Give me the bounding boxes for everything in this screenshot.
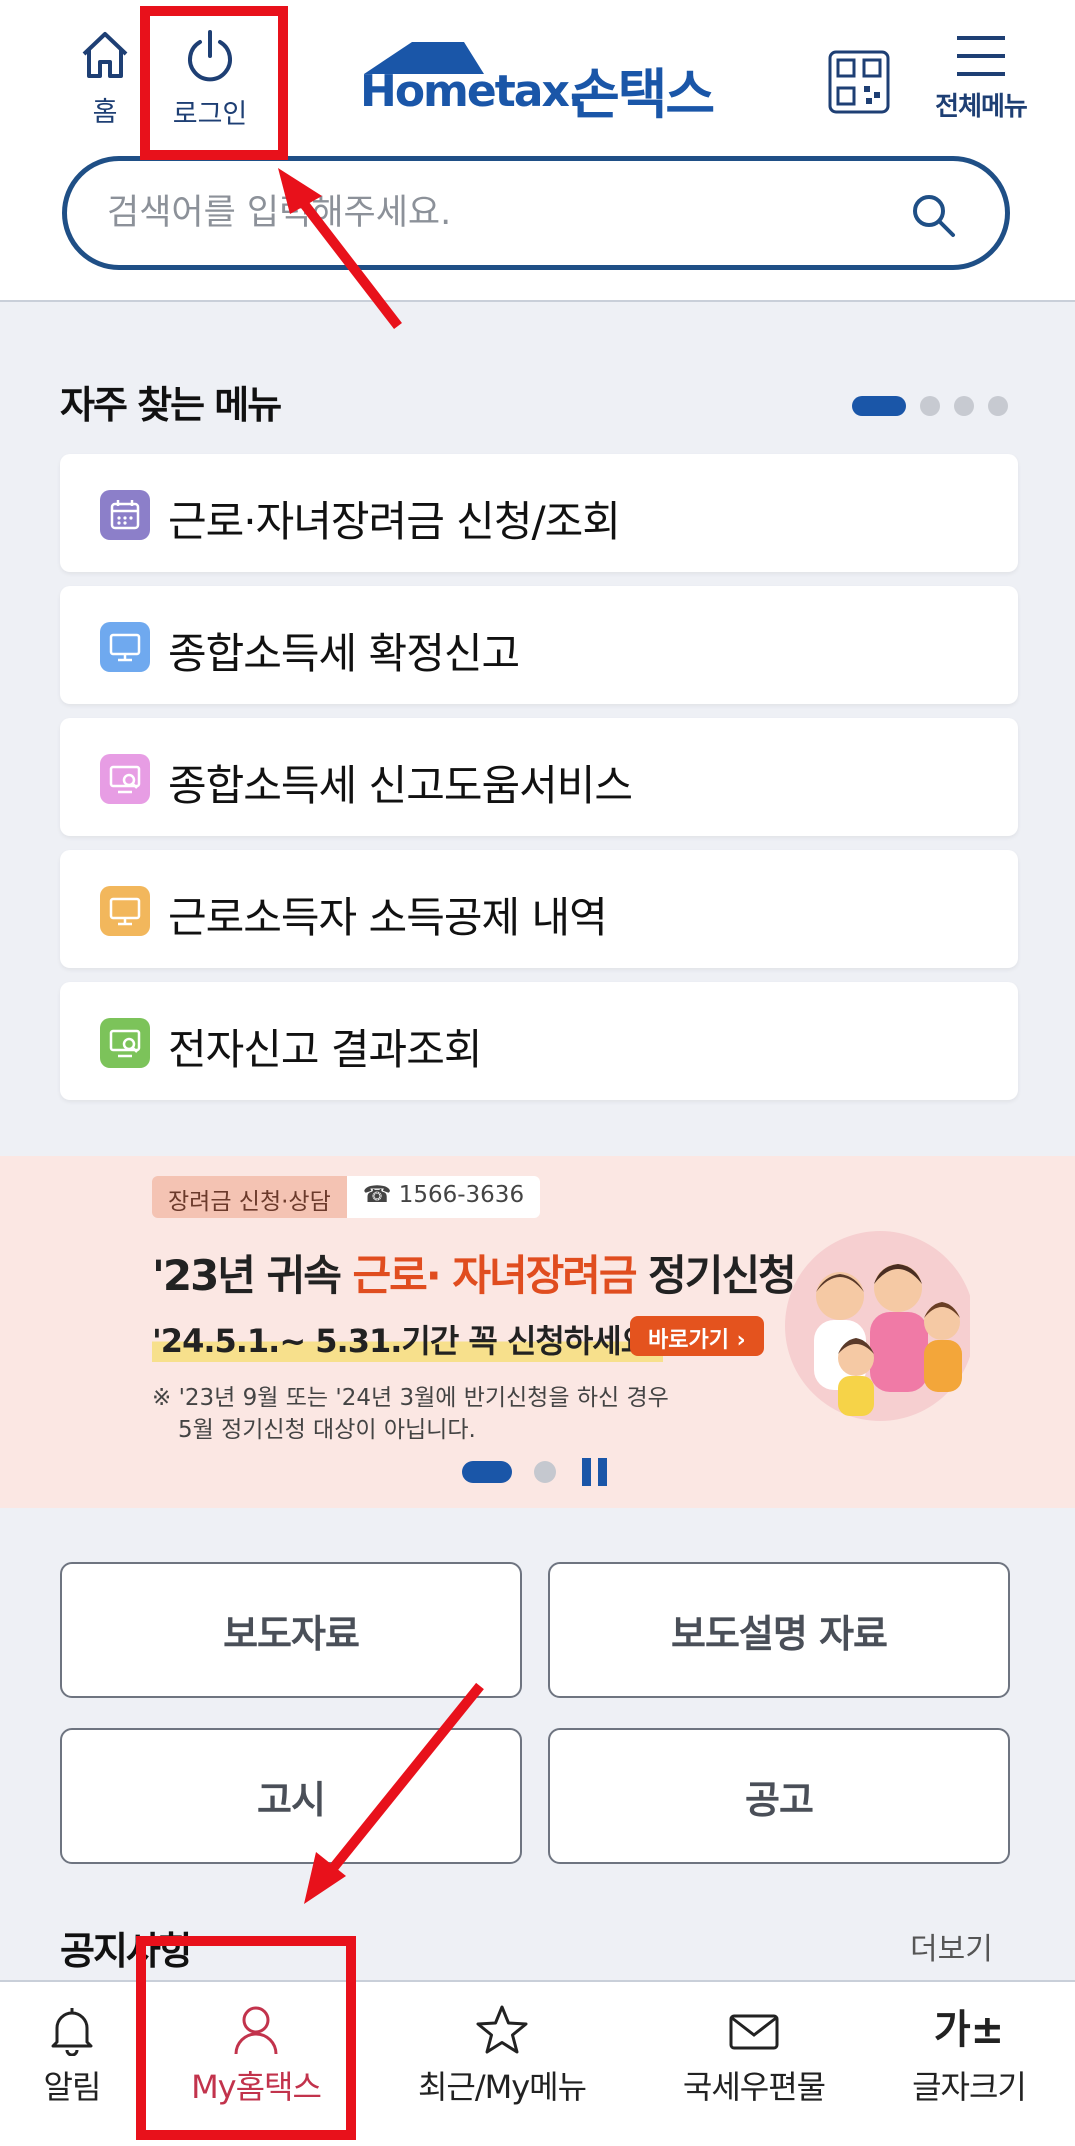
calendar-icon: [100, 490, 150, 540]
banner-title-pre: '23년 귀속: [152, 1251, 353, 1300]
pager-dot[interactable]: [920, 396, 940, 416]
monitor-search-icon: [100, 754, 150, 804]
banner-title-highlight: 근로· 자녀장려금: [352, 1251, 637, 1300]
banner-tag-label: 장려금 신청·상담: [152, 1176, 347, 1218]
freq-menu-item-tax-help[interactable]: 종합소득세 신고도움서비스: [60, 718, 1018, 836]
hamburger-icon: [957, 36, 1005, 76]
nav-label: 최근/My메뉴: [417, 2068, 587, 2106]
banner-note-line: 5월 정기신청 대상이 아닙니다.: [178, 1417, 476, 1443]
promo-banner[interactable]: 장려금 신청·상담 ☎ 1566-3636 '23년 귀속 근로· 자녀장려금 …: [0, 1156, 1075, 1508]
banner-go-button[interactable]: 바로가기 ›: [630, 1316, 764, 1356]
monitor-icon: [100, 886, 150, 936]
press-explanation-button[interactable]: 보도설명 자료: [548, 1562, 1010, 1698]
pager-dot[interactable]: [954, 396, 974, 416]
pause-icon[interactable]: [580, 1458, 610, 1486]
mail-icon: [729, 2014, 779, 2050]
freq-menu-item-deduction[interactable]: 근로소득자 소득공제 내역: [60, 850, 1018, 968]
banner-subtitle: '24.5.1.~ 5.31.기간 꼭 신청하세요!: [152, 1316, 664, 1362]
nav-label: 국세우편물: [682, 2068, 826, 2106]
freq-menu-label: 종합소득세 신고도움서비스: [168, 761, 633, 810]
family-illustration: [785, 1231, 970, 1421]
nav-label: 글자크기: [912, 2068, 1027, 2106]
all-menu-button[interactable]: 전체메뉴: [926, 34, 1036, 123]
banner-title: '23년 귀속 근로· 자녀장려금 정기신청: [152, 1242, 797, 1303]
freq-menu-label: 종합소득세 확정신고: [168, 629, 520, 678]
nav-label: 알림: [43, 2068, 102, 2106]
banner-pager: [462, 1458, 610, 1486]
home-icon: [82, 32, 128, 78]
bell-icon: [51, 2008, 93, 2056]
announcement-button[interactable]: 공고: [548, 1728, 1010, 1864]
freq-menu-label: 근로소득자 소득공제 내역: [168, 893, 608, 942]
banner-note-line: ※ '23년 9월 또는 '24년 3월에 반기신청을 하신 경우: [152, 1385, 669, 1411]
banner-note: ※ '23년 9월 또는 '24년 3월에 반기신청을 하신 경우 5월 정기신…: [152, 1382, 669, 1446]
freq-menu-item-e-filing-result[interactable]: 전자신고 결과조회: [60, 982, 1018, 1100]
banner-dot-active[interactable]: [462, 1461, 512, 1483]
search-bar: [62, 156, 1010, 270]
qr-code-icon: [828, 50, 890, 114]
freq-menu-label: 전자신고 결과조회: [168, 1025, 482, 1074]
notification-button[interactable]: 고시: [60, 1728, 522, 1864]
notice-more-link[interactable]: 더보기: [910, 1924, 993, 1968]
all-menu-label: 전체메뉴: [935, 92, 1028, 122]
star-icon: [476, 2005, 528, 2054]
qr-button[interactable]: [828, 50, 890, 114]
banner-tag: 장려금 신청·상담 ☎ 1566-3636: [152, 1176, 541, 1218]
annotation-box-login: [140, 6, 288, 160]
freq-menu-item-income-tax[interactable]: 종합소득세 확정신고: [60, 586, 1018, 704]
freq-menu-label: 근로·자녀장려금 신청/조회: [168, 497, 621, 546]
freq-menu-title: 자주 찾는 메뉴: [60, 383, 282, 427]
pager-dot[interactable]: [988, 396, 1008, 416]
press-release-button[interactable]: 보도자료: [60, 1562, 522, 1698]
monitor-search-icon: [100, 1018, 150, 1068]
logo-text: Hometax.: [360, 66, 585, 117]
search-input[interactable]: [107, 183, 887, 243]
nav-alerts[interactable]: 알림: [30, 2004, 114, 2108]
hometax-logo[interactable]: Hometax. 손택스: [360, 40, 720, 130]
freq-menu-item-child-incentive[interactable]: 근로·자녀장려금 신청/조회: [60, 454, 1018, 572]
nav-tax-mail[interactable]: 국세우편물: [672, 2004, 836, 2108]
pager-dot-active[interactable]: [852, 396, 906, 416]
monitor-icon: [100, 622, 150, 672]
home-label: 홈: [92, 97, 118, 128]
nav-recent-my-menu[interactable]: 최근/My메뉴: [412, 2004, 592, 2108]
nav-font-size[interactable]: 가± 글자크기: [904, 2004, 1034, 2108]
search-icon[interactable]: [909, 191, 957, 239]
font-size-icon: 가±: [933, 2007, 1005, 2053]
banner-dot[interactable]: [534, 1461, 556, 1483]
freq-menu-pager[interactable]: [852, 396, 1022, 416]
logo-korean: 손택스: [570, 63, 715, 126]
home-button[interactable]: 홈: [72, 28, 138, 129]
banner-phone: ☎ 1566-3636: [346, 1176, 541, 1218]
annotation-box-my-hometax: [136, 1936, 356, 2140]
